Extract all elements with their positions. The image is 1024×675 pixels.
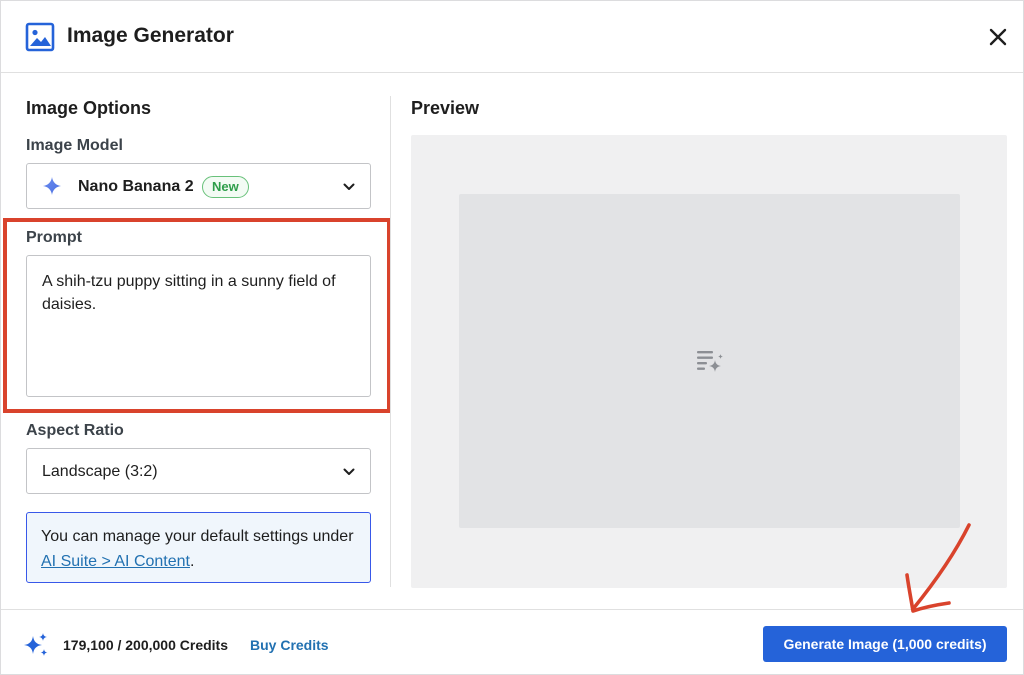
- preview-title: Preview: [411, 98, 480, 118]
- image-icon: [25, 22, 55, 52]
- aspect-ratio-label: Aspect Ratio: [26, 422, 124, 439]
- modal-title: Image Generator: [67, 24, 234, 47]
- prompt-textarea[interactable]: A shih-tzu puppy sitting in a sunny fiel…: [26, 255, 371, 397]
- info-text-end: .: [189, 553, 195, 570]
- preview-placeholder: [459, 194, 960, 528]
- buy-credits-link[interactable]: Buy Credits: [250, 636, 329, 654]
- image-generator-modal: Image Generator Image Options Image Mode…: [0, 0, 1024, 675]
- text-sparkle-icon: [697, 351, 723, 372]
- image-options-title: Image Options: [26, 98, 152, 118]
- new-badge: New: [202, 176, 249, 198]
- aspect-ratio-select[interactable]: Landscape (3:2): [26, 448, 371, 494]
- image-model-select[interactable]: Nano Banana 2 New: [26, 163, 371, 209]
- aspect-ratio-value: Landscape (3:2): [42, 463, 158, 480]
- generate-image-button[interactable]: Generate Image (1,000 credits): [763, 626, 1007, 662]
- arrow-annotation: [905, 523, 971, 613]
- chevron-down-icon: [343, 183, 355, 190]
- image-model-value: Nano Banana 2: [78, 178, 194, 195]
- panel-divider: [390, 96, 391, 587]
- modal-footer: 179,100 / 200,000 Credits Buy Credits Ge…: [1, 609, 1023, 675]
- credits-balance: 179,100 / 200,000 Credits: [63, 637, 229, 653]
- image-model-label: Image Model: [26, 137, 123, 154]
- settings-info-notice: You can manage your default settings und…: [26, 512, 371, 583]
- chevron-down-icon: [343, 468, 355, 475]
- sparkle-icon: [43, 177, 61, 195]
- info-text: You can manage your default settings und…: [41, 528, 354, 545]
- sparkles-icon: [24, 633, 48, 656]
- close-icon[interactable]: [985, 24, 1011, 50]
- prompt-label: Prompt: [26, 229, 82, 246]
- modal-header: Image Generator: [1, 1, 1023, 73]
- ai-content-settings-link[interactable]: AI Suite > AI Content: [41, 553, 190, 570]
